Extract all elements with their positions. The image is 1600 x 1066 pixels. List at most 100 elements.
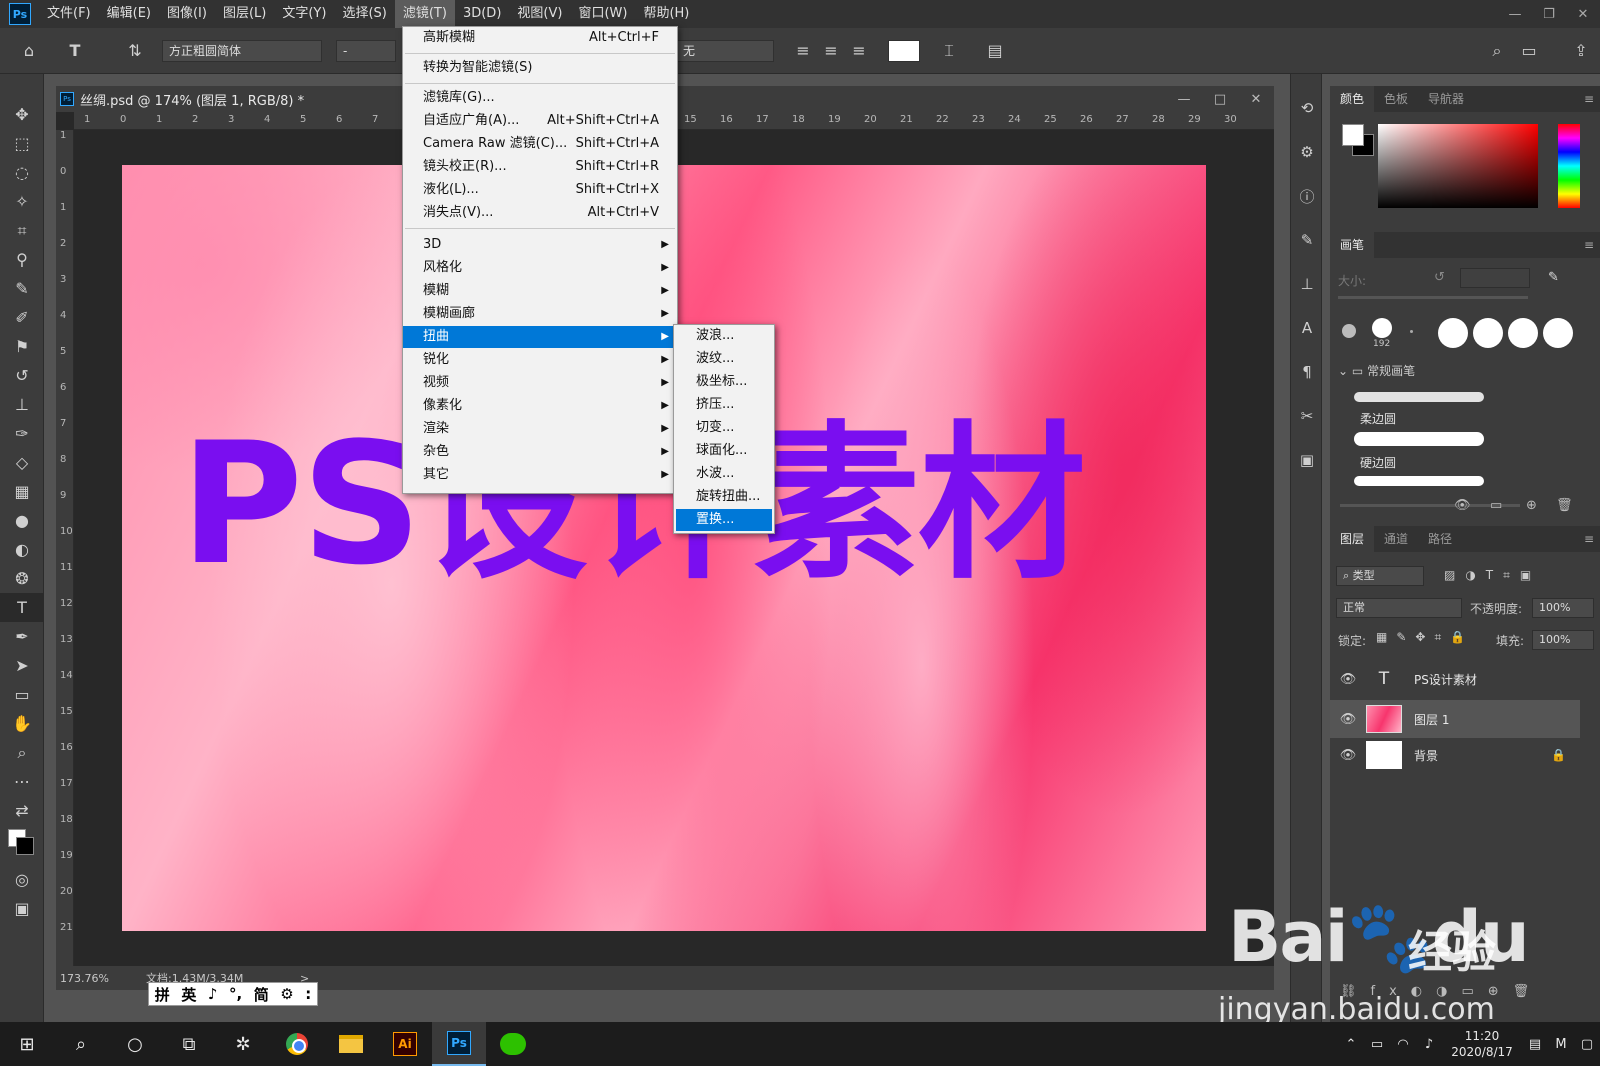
submenu-item-shear[interactable]: 切变...: [676, 417, 772, 439]
menu-item-filter-gallery[interactable]: 滤镜库(G)...: [403, 87, 677, 109]
eye-icon[interactable]: 👁: [1330, 748, 1366, 763]
panel-foreground-color[interactable]: [1342, 124, 1364, 146]
brush-preset-soft[interactable]: [1342, 324, 1356, 338]
menu-3d[interactable]: 3D(D): [455, 0, 509, 28]
panel-menu-icon[interactable]: ≡: [1584, 532, 1594, 546]
pen-tool-icon[interactable]: ✒: [0, 622, 44, 651]
menu-item-camera-raw[interactable]: Camera Raw 滤镜(C)... Shift+Ctrl+A: [403, 133, 677, 155]
sponge-tool-icon[interactable]: ❂: [0, 564, 44, 593]
start-windows-icon[interactable]: ⊞: [0, 1022, 54, 1066]
battery-icon[interactable]: ▭: [1364, 1037, 1390, 1052]
menu-item-video[interactable]: 视频 ▶: [403, 372, 677, 394]
ime-settings[interactable]: ⚙: [280, 985, 293, 1003]
task-view-icon[interactable]: ⧉: [162, 1022, 216, 1066]
fill-input[interactable]: 100%: [1532, 630, 1594, 650]
layer-row-text[interactable]: 👁 T PS设计素材: [1330, 660, 1580, 698]
submenu-item-displace[interactable]: 置换...: [676, 509, 772, 531]
submenu-item-spherize[interactable]: 球面化...: [676, 440, 772, 462]
menu-layer[interactable]: 图层(L): [215, 0, 274, 28]
tab-brushes[interactable]: 画笔: [1330, 232, 1375, 258]
art-brush-tool-icon[interactable]: ✑: [0, 419, 44, 448]
eyedropper-tool-icon[interactable]: ⚲: [0, 245, 44, 274]
chrome-app-icon[interactable]: [270, 1022, 324, 1066]
menu-help[interactable]: 帮助(H): [635, 0, 697, 28]
quick-mask-icon[interactable]: ◎: [0, 865, 44, 894]
tab-paths[interactable]: 路径: [1418, 526, 1462, 552]
tool-presets-panel-icon[interactable]: ✂: [1291, 394, 1323, 438]
search-icon[interactable]: ⌕: [1486, 40, 1508, 62]
menu-select[interactable]: 选择(S): [334, 0, 394, 28]
layer-filter-icons[interactable]: ▨◑T⌗▣: [1444, 568, 1541, 583]
submenu-item-twirl[interactable]: 旋转扭曲...: [676, 486, 772, 508]
properties-panel-icon[interactable]: ▣: [1291, 438, 1323, 482]
illustrator-app-icon[interactable]: Ai: [378, 1022, 432, 1066]
workspace-icon[interactable]: ▭: [1518, 40, 1540, 62]
type-tool-icon[interactable]: T: [64, 40, 86, 62]
ime-more[interactable]: :: [305, 985, 311, 1003]
menu-item-3d[interactable]: 3D ▶: [403, 234, 677, 256]
menu-window[interactable]: 窗口(W): [570, 0, 635, 28]
layer-filter-select[interactable]: ⌕ 类型: [1336, 566, 1424, 586]
history-brush-tool-icon[interactable]: ↺: [0, 361, 44, 390]
panel-menu-icon[interactable]: ≡: [1584, 238, 1594, 252]
search-icon[interactable]: ⌕: [54, 1022, 108, 1066]
document-close-icon[interactable]: ✕: [1238, 92, 1274, 107]
stamp-tool-icon[interactable]: ⊥: [0, 390, 44, 419]
minimize-icon[interactable]: —: [1498, 7, 1532, 22]
brush-settings-panel-icon[interactable]: ✎: [1291, 218, 1323, 262]
share-icon[interactable]: ⇪: [1570, 40, 1592, 62]
brush-size-input[interactable]: [1460, 268, 1530, 288]
tab-layers[interactable]: 图层: [1330, 526, 1375, 552]
menu-item-pixelate[interactable]: 像素化 ▶: [403, 395, 677, 417]
wechat-app-icon[interactable]: [486, 1022, 540, 1066]
ime-pinyin[interactable]: 拼: [155, 984, 170, 1005]
tab-color[interactable]: 颜色: [1330, 86, 1375, 112]
volume-icon[interactable]: ♪: [1416, 1037, 1442, 1052]
chevron-up-icon[interactable]: ⌃: [1338, 1037, 1364, 1052]
clone-source-panel-icon[interactable]: ⊥: [1291, 262, 1323, 306]
document-minimize-icon[interactable]: —: [1166, 92, 1202, 107]
menu-item-sharpen[interactable]: 锐化 ▶: [403, 349, 677, 371]
restore-icon[interactable]: ❐: [1532, 7, 1566, 22]
menu-item-noise[interactable]: 杂色 ▶: [403, 441, 677, 463]
menu-filter[interactable]: 滤镜(T): [394, 0, 455, 28]
type-tool-icon[interactable]: T: [0, 593, 44, 622]
align-left-icon[interactable]: ≡: [792, 40, 814, 62]
submenu-item-ripple[interactable]: 波纹...: [676, 348, 772, 370]
brush-preset-large-1[interactable]: [1438, 318, 1468, 348]
submenu-item-pinch[interactable]: 挤压...: [676, 394, 772, 416]
toggle-orientation-icon[interactable]: ⇅: [124, 40, 146, 62]
close-icon[interactable]: ✕: [1566, 7, 1600, 22]
menu-view[interactable]: 视图(V): [509, 0, 570, 28]
clone-stamp-tool-icon[interactable]: ⚑: [0, 332, 44, 361]
menu-item-adaptive-wide-angle[interactable]: 自适应广角(A)... Alt+Shift+Ctrl+A: [403, 110, 677, 132]
tab-swatches[interactable]: 色板: [1374, 86, 1418, 112]
brush-visibility-icon[interactable]: 👁: [1454, 498, 1471, 513]
gradient-tool-icon[interactable]: ▦: [0, 477, 44, 506]
dodge-tool-icon[interactable]: ◐: [0, 535, 44, 564]
ime-moon[interactable]: ♪: [208, 985, 218, 1003]
new-brush-icon[interactable]: ✎: [1548, 270, 1559, 285]
text-color-swatch[interactable]: [888, 40, 920, 62]
new-group-folder-icon[interactable]: ▭: [1490, 498, 1502, 513]
info-panel-icon[interactable]: ⓘ: [1291, 174, 1323, 218]
menu-item-liquify[interactable]: 液化(L)... Shift+Ctrl+X: [403, 179, 677, 201]
system-clock[interactable]: 11:20 2020/8/17: [1442, 1028, 1522, 1060]
menu-image[interactable]: 图像(I): [159, 0, 215, 28]
screen-mode-icon[interactable]: ▣: [0, 894, 44, 923]
character-panel-icon[interactable]: ▤: [984, 40, 1006, 62]
menu-file[interactable]: 文件(F): [39, 0, 99, 28]
submenu-item-zigzag[interactable]: 水波...: [676, 463, 772, 485]
history-panel-icon[interactable]: ⟲: [1291, 86, 1323, 130]
layer-row-layer1[interactable]: 👁 图层 1: [1330, 700, 1580, 738]
paragraph-panel-icon[interactable]: ¶: [1291, 350, 1323, 394]
pinwheel-app-icon[interactable]: ✲: [216, 1022, 270, 1066]
hand-tool-icon[interactable]: ✋: [0, 709, 44, 738]
menu-item-blur-gallery[interactable]: 模糊画廊 ▶: [403, 303, 677, 325]
background-color[interactable]: [16, 837, 34, 855]
panel-menu-icon[interactable]: ≡: [1584, 92, 1594, 106]
ime-punct[interactable]: °,: [229, 985, 242, 1003]
submenu-item-polar-coordinates[interactable]: 极坐标...: [676, 371, 772, 393]
align-right-icon[interactable]: ≡: [848, 40, 870, 62]
home-icon[interactable]: ⌂: [18, 40, 40, 62]
